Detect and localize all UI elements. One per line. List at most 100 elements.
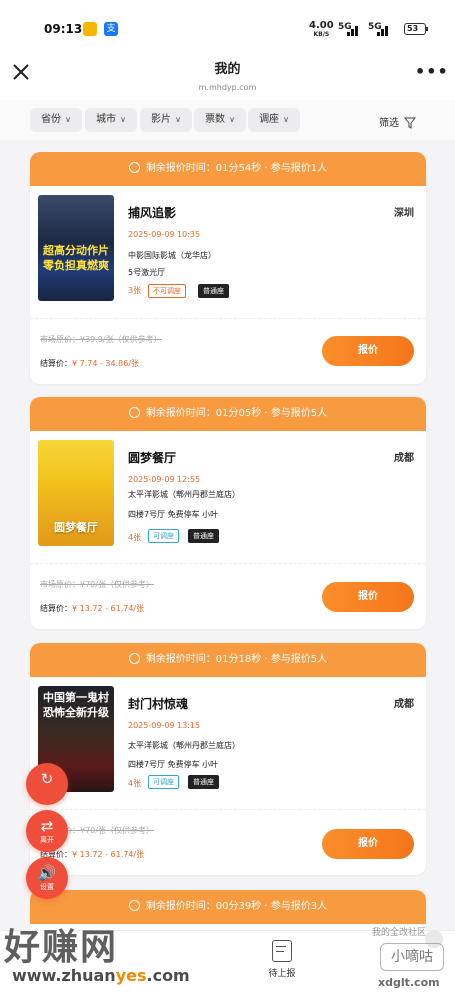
settings-button-label: 设置 [40,883,54,891]
clock-icon [128,652,140,664]
city-label: 成都 [394,453,414,464]
quote-button[interactable]: 报价 [322,829,414,859]
market-price: 市场原价：¥70/张（仅供参考） [40,580,154,589]
movie-poster[interactable]: 圆梦餐厅 [38,440,114,546]
movie-title: 封门村惊魂 [128,697,189,711]
watermark-right-url: xdglt.com [378,976,440,989]
quote-button[interactable]: 报价 [322,336,414,366]
card-header: 剩余报价时间：01分54秒 · 参与报价1人 [30,152,426,186]
seat-type-tag: 普通座 [188,529,219,543]
card-header: 剩余报价时间：01分18秒 · 参与报价5人 [30,643,426,677]
page-url: m.mhdyp.com [198,83,257,92]
seat-type-tag: 普通座 [198,284,229,298]
chevron-down-icon: ∨ [120,115,126,124]
ticket-count: 4张 [128,533,142,542]
poster-text: 超高分动作片 零负担真燃爽 [43,244,109,272]
clock-icon [128,406,140,418]
cinema-name: 中影国际影城（龙华店） [128,251,216,260]
hall-info: 5号激光厅 [128,268,166,277]
hall-info: 四楼7号厅 免费停车 小叶 [128,510,219,519]
countdown-text: 剩余报价时间：00分39秒 · 参与报价3人 [145,901,328,912]
movie-poster[interactable]: 超高分动作片 零负担真燃爽 [38,195,114,301]
more-menu-icon[interactable]: ••• [415,62,449,81]
filter-movie[interactable]: 影片 ∨ [140,108,192,132]
settle-price-label: 结算价： [40,604,72,613]
card-divider [30,809,426,810]
watermark-right-logo: 小嘀咕 [380,943,444,971]
poster-text: 圆梦餐厅 [54,521,98,534]
card-divider [30,563,426,564]
order-card-2[interactable]: 剩余报价时间：01分05秒 · 参与报价5人 圆梦餐厅 圆梦餐厅 成都 2025… [30,397,426,629]
app-notification-icon [83,22,97,36]
filter-seat-adjust[interactable]: 调座 ∨ [248,108,300,132]
network-speed-unit: KB/S [313,31,330,38]
signal-bars-2-icon [377,24,391,36]
swap-icon: ⇄ [40,817,54,835]
chevron-down-icon: ∨ [175,115,181,124]
alipay-icon: 支 [104,22,118,36]
settle-price: 结算价：¥ 13.72 - 61.74/张 [40,603,144,614]
filter-city[interactable]: 城市 ∨ [85,108,137,132]
order-card-3[interactable]: 剩余报价时间：01分18秒 · 参与报价5人 中国第一鬼村 恐怖全新升级 封门村惊… [30,643,426,875]
report-icon[interactable] [272,940,292,962]
clock-icon [128,161,140,173]
settle-price-value: ¥ 7.74 - 34.86/张 [72,359,140,368]
settle-price: 结算价：¥ 7.74 - 34.86/张 [40,358,139,369]
quote-button[interactable]: 报价 [322,582,414,612]
cinema-name: 太平洋影城（郫州丹郡兰庭店） [128,741,240,750]
filter-city-label: 城市 [96,114,117,125]
ticket-count: 3张 [128,286,142,295]
signal-bars-1-icon [347,24,361,36]
filter-province-label: 省份 [41,114,62,125]
watermark-url-pre: www.zhuan [12,966,116,985]
city-label: 成都 [394,699,414,710]
switch-button-label: 离开 [40,836,54,844]
seat-type-tag: 普通座 [188,775,219,789]
chevron-down-icon: ∨ [229,115,235,124]
filter-button[interactable]: 筛选 [379,114,417,129]
showtime: 2025-09-09 13:15 [128,721,201,730]
watermark-url-post: .com [146,966,190,985]
settle-price-value: ¥ 13.72 - 61.74/张 [72,850,145,859]
watermark-logo-text: 好赚网 [4,927,119,968]
watermark-right-top: 我的全改社区 [372,928,427,938]
chevron-down-icon: ∨ [65,115,71,124]
tab-pending-report[interactable]: 待上报 [258,966,306,979]
city-label: 深圳 [394,208,414,219]
seat-adjust-tag: 可调座 [148,529,179,543]
filter-ticket-count-label: 票数 [205,114,226,125]
settings-button[interactable]: 🔊 设置 [26,857,68,899]
countdown-text: 剩余报价时间：01分18秒 · 参与报价5人 [145,654,328,665]
movie-title: 捕风追影 [128,206,177,220]
watermark-url: www.zhuanyes.com [12,966,190,985]
clock-icon [128,899,140,911]
funnel-icon [404,117,417,129]
battery-icon: 53 [404,23,428,35]
refresh-button[interactable]: ↻ [26,763,68,805]
filter-province[interactable]: 省份 ∨ [30,108,82,132]
chevron-down-icon: ∨ [283,115,289,124]
refresh-icon: ↻ [40,770,54,788]
movie-title: 圆梦餐厅 [128,451,177,465]
status-time: 09:13 [44,22,83,36]
network-speed: 4.00 KB/S [309,21,334,39]
cinema-name: 太平洋影城（郫州丹郡兰庭店） [128,490,240,499]
ticket-count: 4张 [128,779,142,788]
hall-info: 四楼7号厅 免费停车 小叶 [128,760,219,769]
market-price: 市场原价：¥39.9/张（仅供参考） [40,335,162,344]
filter-ticket-count[interactable]: 票数 ∨ [194,108,246,132]
filter-button-label: 筛选 [379,118,399,129]
showtime: 2025-09-09 10:35 [128,230,201,239]
page-title: 我的 [214,62,241,77]
filter-movie-label: 影片 [151,114,172,125]
settle-price-value: ¥ 13.72 - 61.74/张 [72,604,145,613]
order-card-1[interactable]: 剩余报价时间：01分54秒 · 参与报价1人 超高分动作片 零负担真燃爽 捕风追影… [30,152,426,384]
showtime: 2025-09-09 12:55 [128,475,201,484]
switch-button[interactable]: ⇄ 离开 [26,810,68,852]
seat-adjust-tag: 可调座 [148,775,179,789]
settle-price-label: 结算价： [40,359,72,368]
seat-adjust-tag: 不可调座 [148,284,186,298]
card-divider [30,318,426,319]
countdown-text: 剩余报价时间：01分54秒 · 参与报价1人 [145,163,328,174]
watermark-url-mid: yes [115,966,147,985]
